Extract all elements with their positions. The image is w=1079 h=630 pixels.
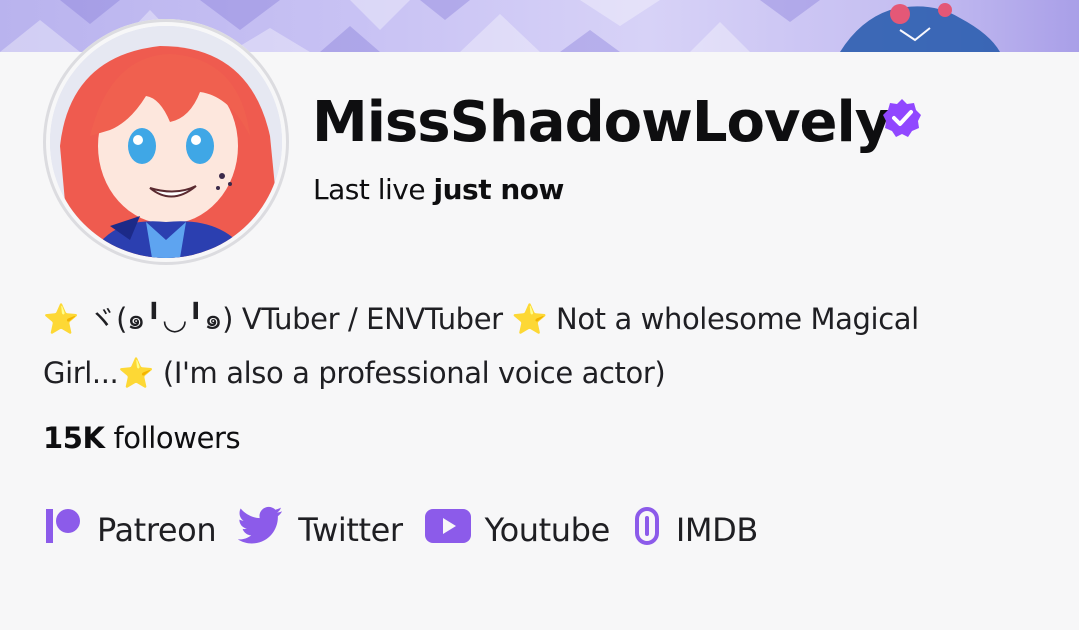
patreon-link[interactable]: Patreon (43, 506, 217, 554)
verified-badge-icon (881, 97, 923, 139)
followers-number: 15K (43, 421, 105, 455)
link-label: Patreon (97, 511, 217, 549)
star-icon: ⭐ (43, 302, 79, 336)
bio-text: ヾ(๑╹◡╹๑) VTuber / ENVTuber (87, 302, 504, 336)
twitter-link[interactable]: Twitter (237, 506, 403, 554)
patreon-icon (43, 506, 83, 554)
link-label: IMDB (675, 511, 758, 549)
youtube-link[interactable]: Youtube (424, 509, 611, 551)
social-links: Patreon Twitter Youtube IMDB (43, 503, 780, 557)
bio-text: (I'm also a professional voice actor) (162, 356, 666, 390)
star-icon: ⭐ (511, 302, 548, 336)
twitter-icon (237, 506, 284, 554)
channel-name: MissShadowLovely (312, 90, 891, 155)
avatar[interactable] (50, 26, 282, 258)
youtube-icon (424, 509, 471, 551)
followers-label: followers (113, 421, 241, 455)
last-live-value: just now (433, 173, 565, 206)
imdb-link[interactable]: IMDB (632, 506, 758, 554)
link-icon (632, 506, 662, 554)
link-label: Youtube (484, 511, 611, 549)
star-icon: ⭐ (118, 356, 155, 390)
last-live-status: Last live just now (313, 172, 564, 208)
bio-text: Not a wholesome Magical (556, 302, 919, 336)
channel-bio: ⭐ ヾ(๑╹◡╹๑) VTuber / ENVTuber ⭐ Not a who… (43, 292, 1053, 400)
last-live-label: Last live (313, 173, 426, 206)
link-label: Twitter (298, 511, 403, 549)
bio-text: Girl... (43, 356, 119, 390)
follower-count: 15K followers (43, 418, 241, 458)
